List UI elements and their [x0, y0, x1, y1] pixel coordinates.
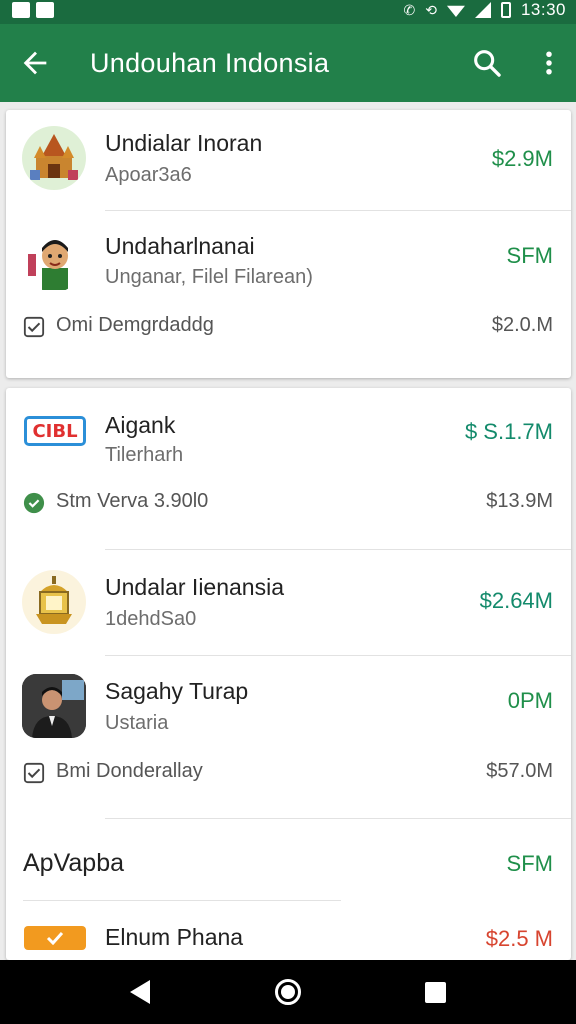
- signal-icon: [474, 2, 491, 18]
- item-price: 0PM: [507, 688, 553, 713]
- download-price: $2.0.M: [491, 314, 553, 336]
- item-price: $2.64M: [479, 588, 553, 613]
- verified-shield-icon: [23, 492, 45, 514]
- list-item[interactable]: Undaharlnanai Unganar, Filel Filarean) S…: [6, 211, 571, 311]
- section-header[interactable]: ApVapba SFM: [6, 819, 571, 899]
- cartoon-man-icon: [22, 228, 86, 292]
- list-item[interactable]: Undalar Iienansia 1dehdSa0 $2.64M: [6, 550, 571, 654]
- golden-lantern-icon: [22, 570, 86, 634]
- checkbox-icon: [23, 316, 45, 338]
- battery-icon: [500, 2, 511, 18]
- nav-home-icon[interactable]: [275, 979, 301, 1005]
- list-item[interactable]: CIBL Aigank Tilerharh $ S.1.7M: [6, 388, 571, 484]
- notification-icon-2: [36, 2, 54, 18]
- status-time: 13:30: [520, 0, 566, 19]
- sync-icon: ⟲: [425, 1, 437, 18]
- system-nav-bar: [0, 960, 576, 1024]
- wifi-icon: [446, 5, 465, 17]
- check-mark-icon: [46, 931, 64, 945]
- section-price: SFM: [506, 851, 553, 876]
- verified-row[interactable]: Stm Verva 3.90l0 $13.9M: [6, 484, 571, 524]
- page-title: Undouhan Indonsia: [90, 48, 330, 78]
- vibrate-icon: ✆: [403, 1, 416, 18]
- more-options-icon[interactable]: [534, 46, 564, 80]
- item-subtitle: Unganar, Filel Filarean): [105, 266, 313, 288]
- download-status: Omi Demgrdaddg: [56, 314, 214, 336]
- item-subtitle: Apoar3a6: [105, 164, 192, 186]
- app-bar: Undouhan Indonsia: [0, 24, 576, 102]
- app-list-card: CIBL Aigank Tilerharh $ S.1.7M Stm Verva…: [6, 388, 571, 960]
- item-title: Elnum Phana: [105, 924, 244, 950]
- download-status: Bmi Donderallay: [56, 760, 203, 782]
- checkbox-icon: [23, 762, 45, 784]
- item-subtitle: Tilerharh: [105, 444, 184, 466]
- temple-icon: [22, 126, 86, 190]
- download-row[interactable]: Bmi Donderallay $57.0M: [6, 754, 571, 794]
- item-title: Sagahy Turap: [105, 678, 249, 704]
- orange-tag-icon: [24, 926, 86, 950]
- item-subtitle: Ustaria: [105, 712, 169, 734]
- item-title: Aigank: [105, 412, 176, 438]
- download-price: $57.0M: [486, 760, 553, 782]
- nav-recents-icon[interactable]: [425, 982, 446, 1003]
- back-arrow-icon[interactable]: [18, 46, 52, 80]
- status-bar: ✆ ⟲ 13:30: [0, 0, 576, 24]
- item-price: SFM: [506, 243, 553, 268]
- person-photo-icon: [22, 674, 86, 738]
- item-subtitle: 1dehdSa0: [105, 608, 197, 630]
- item-title: Undaharlnanai: [105, 233, 255, 259]
- verified-price: $13.9M: [486, 490, 553, 512]
- item-price: $ S.1.7M: [464, 419, 553, 444]
- item-price: $2.5 M: [485, 926, 553, 951]
- notification-icon: [12, 2, 30, 18]
- download-row[interactable]: Omi Demgrdaddg $2.0.M: [6, 308, 571, 348]
- item-price: $2.9M: [491, 146, 553, 171]
- item-title: Undalar Iienansia: [105, 574, 285, 600]
- app-list-card: Undialar Inoran Apoar3a6 $2.9M Undaharln…: [6, 110, 571, 378]
- cibl-logo-text: CIBL: [32, 420, 78, 442]
- divider: [23, 900, 341, 901]
- section-title: ApVapba: [23, 849, 125, 877]
- item-title: Undialar Inoran: [105, 130, 263, 156]
- list-item[interactable]: Sagahy Turap Ustaria 0PM: [6, 656, 571, 756]
- cibl-logo-icon: CIBL: [24, 416, 86, 446]
- search-icon[interactable]: [470, 46, 504, 80]
- verified-text: Stm Verva 3.90l0: [56, 490, 209, 512]
- nav-back-icon[interactable]: [130, 980, 150, 1004]
- list-item[interactable]: Elnum Phana $2.5 M: [6, 902, 571, 960]
- list-item[interactable]: Undialar Inoran Apoar3a6 $2.9M: [6, 110, 571, 210]
